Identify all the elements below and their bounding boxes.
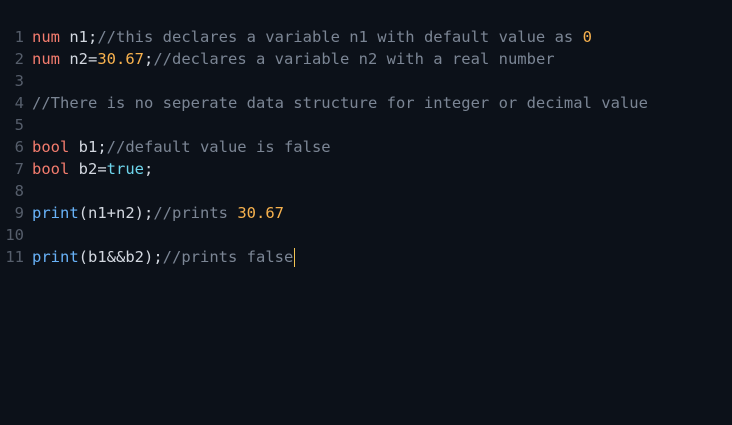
number-literal: 30.67	[237, 204, 284, 222]
line-number: 2	[14, 50, 24, 68]
code-line-8: 8	[0, 180, 732, 202]
keyword: bool	[32, 160, 70, 178]
code-line-7: 7 bool b2=true;	[0, 158, 732, 180]
line-number: 11	[5, 248, 24, 266]
code-text[interactable]	[24, 180, 32, 202]
code-fragment: (n1+n2);	[78, 204, 154, 222]
line-number: 9	[14, 204, 24, 222]
comment: //default value is false	[106, 138, 331, 156]
code-line-2: 2 num n2=30.67;//declares a variable n2 …	[0, 48, 732, 70]
line-number: 10	[5, 226, 24, 244]
line-number: 5	[14, 116, 24, 134]
code-line-6: 6 bool b1;//default value is false	[0, 136, 732, 158]
code-fragment: b1;	[69, 138, 107, 156]
code-text[interactable]: //There is no seperate data structure fo…	[24, 92, 648, 114]
line-number: 3	[14, 72, 24, 90]
code-text[interactable]: bool b2=true;	[24, 158, 153, 180]
text-cursor	[294, 248, 296, 267]
code-line-3: 3	[0, 70, 732, 92]
code-text[interactable]: print(b1&&b2);//prints false	[24, 246, 296, 268]
code-fragment: b2=	[69, 160, 107, 178]
code-fragment: n2=	[60, 50, 98, 68]
code-text[interactable]: bool b1;//default value is false	[24, 136, 331, 158]
line-number: 1	[14, 28, 24, 46]
code-text[interactable]: num n1;//this declares a variable n1 wit…	[24, 26, 592, 48]
code-text[interactable]	[24, 70, 32, 92]
code-fragment: ;	[143, 160, 154, 178]
line-number: 4	[14, 94, 24, 112]
line-number: 8	[14, 182, 24, 200]
code-text[interactable]	[24, 224, 32, 246]
code-fragment: (b1&&b2);	[78, 248, 163, 266]
line-number: 7	[14, 160, 24, 178]
code-fragment: n1;	[60, 28, 98, 46]
function-name: print	[32, 204, 79, 222]
boolean-literal: true	[106, 160, 144, 178]
comment: //this declares a variable n1 with defau…	[97, 28, 583, 46]
keyword: bool	[32, 138, 70, 156]
number-literal: 0	[582, 28, 592, 46]
code-text[interactable]: print(n1+n2);//prints 30.67	[24, 202, 284, 224]
code-line-9: 9 print(n1+n2);//prints 30.67	[0, 202, 732, 224]
number-literal: 30.67	[97, 50, 144, 68]
keyword: num	[32, 28, 60, 46]
code-line-10: 10	[0, 224, 732, 246]
code-text[interactable]	[24, 114, 32, 136]
code-line-4: 4 //There is no seperate data structure …	[0, 92, 732, 114]
function-name: print	[32, 248, 79, 266]
code-editor[interactable]: 1 num n1;//this declares a variable n1 w…	[0, 0, 732, 425]
line-number: 6	[14, 138, 24, 156]
comment: //prints	[153, 204, 238, 222]
code-line-1: 1 num n1;//this declares a variable n1 w…	[0, 26, 732, 48]
comment: //There is no seperate data structure fo…	[32, 94, 648, 112]
comment: //prints false	[162, 248, 294, 266]
code-line-11: 11 print(b1&&b2);//prints false	[0, 246, 732, 268]
keyword: num	[32, 50, 60, 68]
code-line-5: 5	[0, 114, 732, 136]
comment: //declares a variable n2 with a real num…	[153, 50, 555, 68]
code-fragment: ;	[144, 50, 154, 68]
code-text[interactable]: num n2=30.67;//declares a variable n2 wi…	[24, 48, 555, 70]
